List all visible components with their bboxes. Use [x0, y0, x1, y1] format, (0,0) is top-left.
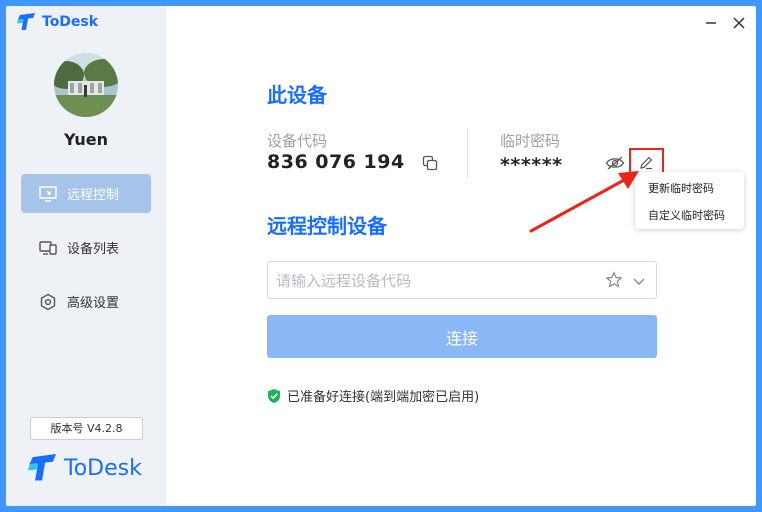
shield-check-icon	[268, 388, 280, 403]
field-divider	[467, 128, 468, 178]
version-badge: 版本号 V4.2.8	[30, 417, 143, 440]
brand-header: ToDesk	[16, 13, 98, 31]
avatar-photo	[54, 53, 118, 117]
menu-item-custom-password[interactable]: 自定义临时密码	[635, 207, 744, 223]
username: Yuen	[63, 130, 109, 149]
app-title: ToDesk	[42, 14, 99, 30]
sidebar-item-remote-control[interactable]: 远程控制	[21, 174, 151, 213]
remote-code-field	[267, 261, 657, 299]
sidebar-item-label: 远程控制	[67, 188, 120, 203]
settings-hexagon-icon	[39, 293, 57, 311]
sidebar-item-advanced-settings[interactable]: 高级设置	[21, 282, 151, 321]
remote-screen-icon	[39, 185, 57, 203]
app-window: ToDesk Yuen 远程控制 设备列表 高级设置 版本号 V4.2.8 To…	[6, 6, 756, 506]
close-icon	[733, 17, 745, 29]
remote-code-input[interactable]	[276, 270, 596, 292]
todesk-logo-icon	[17, 13, 35, 30]
brand-footer: ToDesk	[26, 454, 142, 482]
sidebar-item-device-list[interactable]: 设备列表	[21, 228, 151, 267]
copy-code-button[interactable]	[420, 153, 440, 173]
sidebar: ToDesk Yuen 远程控制 设备列表 高级设置 版本号 V4.2.8 To…	[6, 6, 166, 506]
todesk-logo-icon	[28, 454, 56, 481]
device-code-value: 836 076 194	[267, 151, 405, 173]
connect-button[interactable]: 连接	[267, 315, 657, 358]
avatar[interactable]	[54, 53, 118, 117]
annotation-arrow	[529, 171, 639, 233]
brand-name: ToDesk	[64, 455, 142, 481]
copy-icon	[422, 155, 438, 171]
chevron-down-icon	[633, 278, 645, 285]
menu-item-refresh-password[interactable]: 更新临时密码	[635, 180, 744, 196]
favorite-button[interactable]	[604, 270, 624, 290]
device-section-title: 此设备	[267, 83, 327, 107]
sidebar-item-label: 设备列表	[67, 242, 120, 257]
history-dropdown-button[interactable]	[629, 271, 649, 291]
device-list-icon	[39, 239, 57, 257]
password-menu-popup: 更新临时密码 自定义临时密码	[635, 172, 744, 229]
device-code-label: 设备代码	[267, 132, 328, 150]
minimize-icon	[706, 22, 716, 24]
sidebar-item-label: 高级设置	[67, 296, 120, 311]
remote-section-title: 远程控制设备	[267, 214, 387, 238]
star-icon	[605, 271, 623, 288]
close-button[interactable]	[730, 14, 748, 32]
status-text: 已准备好连接(端到端加密已启用)	[287, 390, 480, 405]
minimize-button[interactable]	[702, 14, 720, 32]
connection-status: 已准备好连接(端到端加密已启用)	[267, 386, 479, 405]
temp-password-label: 临时密码	[500, 132, 561, 150]
